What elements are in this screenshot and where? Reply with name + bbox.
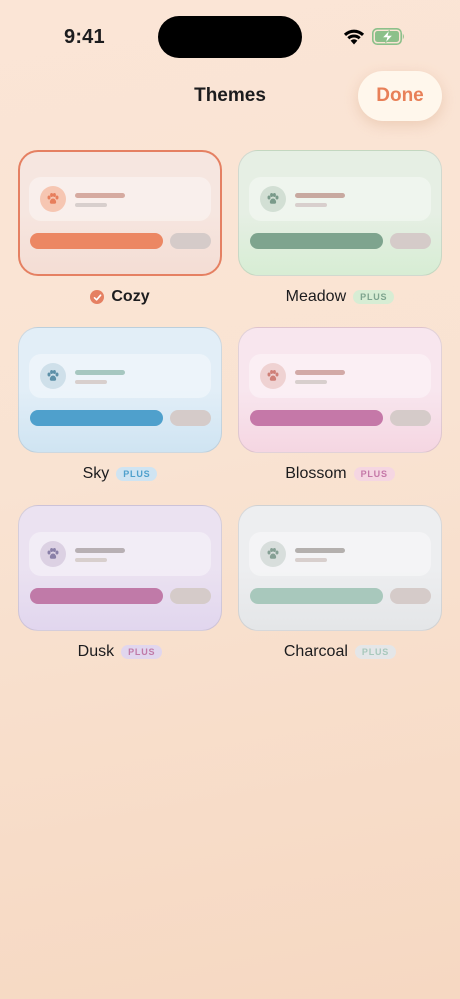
theme-name: Dusk (77, 643, 115, 660)
preview-secondary-button (170, 588, 211, 604)
theme-name: Sky (82, 465, 110, 482)
preview-primary-button (30, 233, 163, 249)
done-button[interactable]: Done (358, 71, 442, 121)
preview-panel (249, 354, 431, 398)
plus-badge: PLUS (116, 467, 158, 481)
preview-avatar (260, 541, 286, 567)
preview-primary-button (30, 410, 163, 426)
preview-avatar (40, 186, 66, 212)
theme-preview-card[interactable] (238, 327, 442, 453)
theme-label-row: Charcoal PLUS (238, 642, 442, 662)
preview-text-line (295, 193, 345, 198)
theme-option-meadow[interactable]: Meadow PLUS (238, 150, 442, 307)
preview-text-line (75, 548, 125, 553)
preview-primary-button (250, 588, 383, 604)
preview-panel (249, 532, 431, 576)
preview-avatar (40, 363, 66, 389)
preview-text-line (75, 380, 107, 384)
preview-avatar (40, 541, 66, 567)
theme-name: Blossom (285, 465, 347, 482)
preview-secondary-button (390, 233, 431, 249)
preview-text-line (75, 193, 125, 198)
status-time: 9:41 (64, 26, 105, 48)
plus-badge: PLUS (353, 467, 395, 481)
preview-text-line (75, 370, 125, 375)
plus-badge: PLUS (121, 645, 163, 659)
theme-name: Meadow (285, 288, 347, 305)
theme-label-row: Blossom PLUS (238, 464, 442, 484)
preview-secondary-button (170, 233, 211, 249)
dynamic-island (158, 16, 302, 58)
paw-icon (47, 370, 59, 381)
preview-text-line (295, 203, 327, 207)
theme-label-row: Dusk PLUS (18, 642, 222, 662)
preview-primary-button (30, 588, 163, 604)
battery-charging-icon (372, 28, 404, 45)
preview-secondary-button (390, 410, 431, 426)
paw-icon (267, 548, 279, 559)
preview-avatar (260, 186, 286, 212)
wifi-icon (343, 29, 365, 45)
preview-text-line (75, 558, 107, 562)
paw-icon (47, 548, 59, 559)
theme-option-blossom[interactable]: Blossom PLUS (238, 327, 442, 484)
theme-preview-card[interactable] (238, 150, 442, 276)
theme-option-sky[interactable]: Sky PLUS (18, 327, 222, 484)
checkmark-icon (90, 290, 105, 304)
theme-name: Charcoal (283, 643, 348, 660)
status-bar: 9:41 (0, 0, 460, 70)
theme-option-cozy[interactable]: Cozy (18, 150, 222, 307)
theme-option-charcoal[interactable]: Charcoal PLUS (238, 505, 442, 662)
preview-primary-button (250, 233, 383, 249)
theme-preview-card[interactable] (18, 150, 222, 276)
theme-label-row: Sky PLUS (18, 464, 222, 484)
preview-text-line (75, 203, 107, 207)
plus-badge: PLUS (354, 645, 397, 659)
theme-preview-card[interactable] (238, 505, 442, 631)
preview-secondary-button (170, 410, 211, 426)
preview-avatar (260, 363, 286, 389)
theme-option-dusk[interactable]: Dusk PLUS (18, 505, 222, 662)
theme-name: Cozy (111, 288, 150, 305)
preview-text-line (295, 380, 327, 384)
theme-label-row: Cozy (18, 287, 222, 307)
paw-icon (47, 193, 59, 204)
preview-text-line (295, 370, 345, 375)
preview-text-line (295, 558, 327, 562)
preview-text-line (295, 548, 345, 553)
theme-label-row: Meadow PLUS (238, 287, 442, 307)
preview-panel (29, 177, 211, 221)
paw-icon (267, 370, 279, 381)
preview-panel (29, 532, 211, 576)
paw-icon (267, 193, 279, 204)
preview-panel (249, 177, 431, 221)
preview-panel (29, 354, 211, 398)
plus-badge: PLUS (353, 290, 395, 304)
preview-primary-button (250, 410, 383, 426)
preview-secondary-button (390, 588, 431, 604)
theme-preview-card[interactable] (18, 505, 222, 631)
theme-preview-card[interactable] (18, 327, 222, 453)
